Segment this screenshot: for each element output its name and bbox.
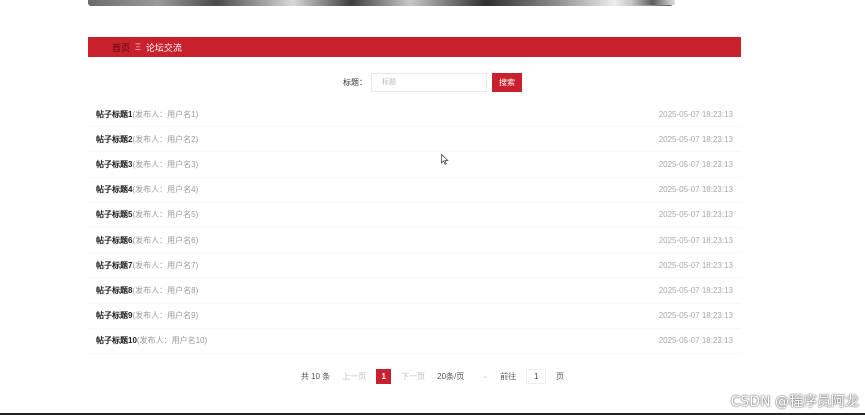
post-author: (发布人：用户名6) bbox=[132, 235, 199, 245]
post-author: (发布人：用户名5) bbox=[132, 210, 199, 220]
search-input[interactable] bbox=[371, 72, 487, 92]
list-item[interactable]: 帖子标题9(发布人：用户名9) 2025-05-07 18:23:13 bbox=[88, 304, 741, 329]
post-author: (发布人：用户名2) bbox=[132, 134, 199, 144]
list-item[interactable]: 帖子标题5(发布人：用户名5) 2025-05-07 18:23:13 bbox=[88, 203, 741, 228]
next-page-button[interactable]: 下一页 bbox=[401, 371, 425, 382]
post-title[interactable]: 帖子标题9 bbox=[96, 311, 132, 320]
post-time: 2025-05-07 18:23:13 bbox=[658, 134, 733, 144]
post-time: 2025-05-07 18:23:13 bbox=[658, 159, 733, 169]
post-author: (发布人：用户名4) bbox=[132, 185, 199, 195]
post-list: 帖子标题1(发布人：用户名1) 2025-05-07 18:23:13 帖子标题… bbox=[88, 102, 741, 354]
post-author: (发布人：用户名3) bbox=[132, 159, 199, 169]
banner-image bbox=[88, 0, 673, 6]
list-item[interactable]: 帖子标题8(发布人：用户名8) 2025-05-07 18:23:13 bbox=[88, 278, 741, 304]
post-title[interactable]: 帖子标题10 bbox=[96, 336, 137, 345]
search-bar: 标题： 搜索 bbox=[0, 72, 865, 92]
post-time: 2025-05-07 18:23:13 bbox=[658, 235, 733, 245]
breadcrumb-home-link[interactable]: 首页 bbox=[112, 41, 130, 54]
search-button[interactable]: 搜索 bbox=[492, 72, 522, 92]
breadcrumb-separator-icon: Ξ bbox=[135, 42, 141, 52]
post-time: 2025-05-07 18:23:13 bbox=[658, 109, 733, 119]
post-author: (发布人：用户名1) bbox=[132, 109, 199, 119]
post-time: 2025-05-07 18:23:13 bbox=[658, 311, 733, 321]
post-title[interactable]: 帖子标题4 bbox=[96, 185, 132, 194]
list-item[interactable]: 帖子标题10(发布人：用户名10) 2025-05-07 18:23:13 bbox=[88, 329, 741, 354]
list-item[interactable]: 帖子标题1(发布人：用户名1) 2025-05-07 18:23:13 bbox=[88, 102, 741, 128]
watermark: CSDN @程序员阿龙 bbox=[730, 394, 859, 410]
goto-label: 前往 bbox=[500, 371, 517, 381]
post-title[interactable]: 帖子标题5 bbox=[96, 210, 132, 219]
post-time: 2025-05-07 18:23:13 bbox=[658, 285, 733, 295]
list-item[interactable]: 帖子标题6(发布人：用户名6) 2025-05-07 18:23:13 bbox=[88, 228, 741, 254]
search-label: 标题： bbox=[343, 77, 367, 87]
mouse-cursor-icon bbox=[441, 154, 449, 165]
pagination: 共 10 条 上一页 1 下一页 20条/页 ⌄ 前往 页 bbox=[0, 368, 865, 384]
pagination-total: 共 10 条 bbox=[300, 371, 331, 381]
prev-page-button[interactable]: 上一页 bbox=[342, 371, 366, 382]
post-time: 2025-05-07 18:23:13 bbox=[658, 336, 733, 346]
list-item[interactable]: 帖子标题3(发布人：用户名3) 2025-05-07 18:23:13 bbox=[88, 152, 741, 178]
post-author: (发布人：用户名7) bbox=[132, 260, 199, 270]
banner-image-fragment bbox=[630, 0, 675, 5]
post-time: 2025-05-07 18:23:13 bbox=[658, 185, 733, 195]
chevron-down-icon: ⌄ bbox=[482, 373, 489, 380]
post-title[interactable]: 帖子标题3 bbox=[96, 160, 132, 169]
list-item[interactable]: 帖子标题2(发布人：用户名2) 2025-05-07 18:23:13 bbox=[88, 127, 741, 153]
post-time: 2025-05-07 18:23:13 bbox=[658, 260, 733, 270]
post-time: 2025-05-07 18:23:13 bbox=[658, 210, 733, 220]
post-author: (发布人：用户名10) bbox=[136, 336, 208, 346]
breadcrumb-current: 论坛交流 bbox=[145, 42, 182, 53]
goto-page-input[interactable] bbox=[526, 368, 547, 384]
post-title[interactable]: 帖子标题1 bbox=[96, 110, 132, 119]
post-author: (发布人：用户名8) bbox=[132, 285, 199, 295]
post-title[interactable]: 帖子标题6 bbox=[96, 236, 132, 245]
breadcrumb: 首页 Ξ 论坛交流 bbox=[88, 37, 741, 57]
list-item[interactable]: 帖子标题4(发布人：用户名4) 2025-05-07 18:23:13 bbox=[88, 178, 741, 203]
post-author: (发布人：用户名9) bbox=[132, 311, 199, 321]
goto-suffix: 页 bbox=[556, 371, 565, 381]
page-size-select[interactable]: 20条/页 ⌄ bbox=[437, 371, 488, 382]
page-size-value: 20条/页 bbox=[437, 371, 465, 381]
post-title[interactable]: 帖子标题2 bbox=[96, 135, 132, 144]
post-title[interactable]: 帖子标题7 bbox=[96, 261, 132, 270]
page-number-current[interactable]: 1 bbox=[376, 368, 392, 384]
list-item[interactable]: 帖子标题7(发布人：用户名7) 2025-05-07 18:23:13 bbox=[88, 253, 741, 279]
post-title[interactable]: 帖子标题8 bbox=[96, 286, 132, 295]
